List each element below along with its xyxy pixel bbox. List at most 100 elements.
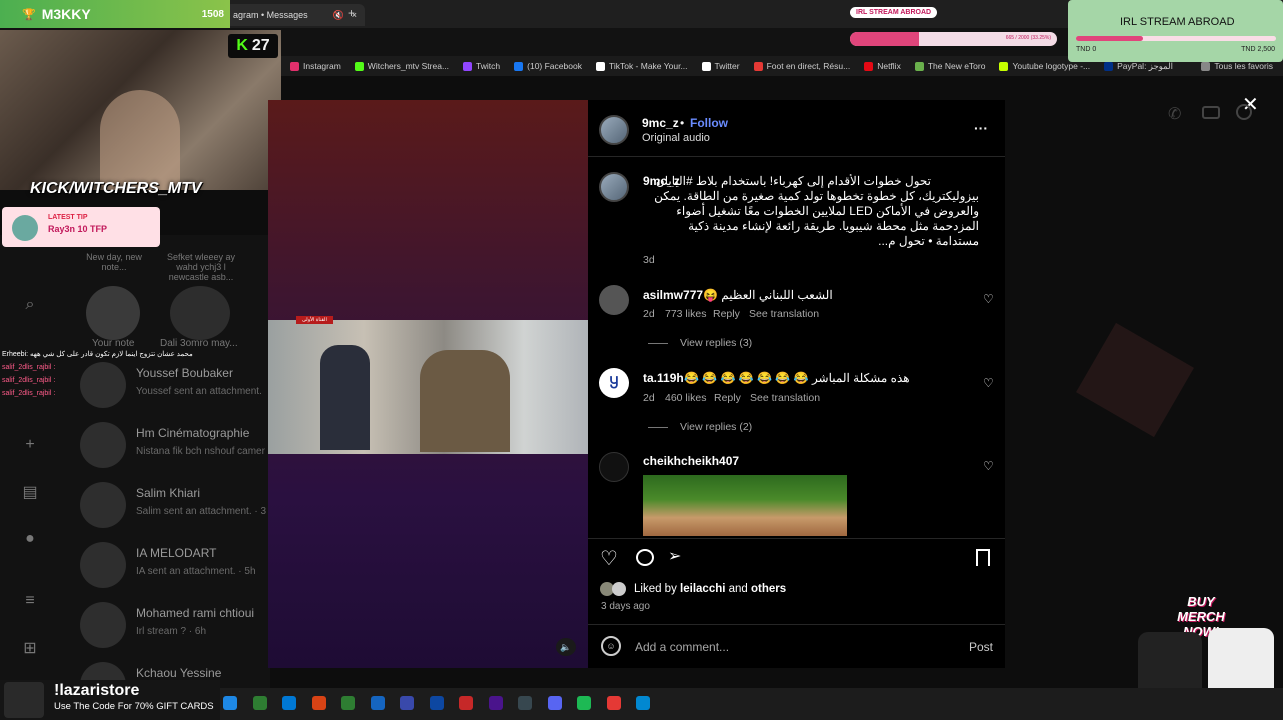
taskbar-app-icon[interactable] [606, 696, 621, 710]
dm-name: IA MELODART [136, 546, 217, 560]
search-icon[interactable]: ⌕ [20, 296, 40, 316]
note-avatar[interactable] [86, 286, 140, 340]
info-icon[interactable] [1236, 104, 1252, 120]
dm-name: Kchaou Yessine [136, 666, 222, 680]
reply-button[interactable]: Reply [714, 392, 741, 404]
taskbar-app-icon[interactable] [577, 696, 591, 710]
dm-row[interactable]: Mohamed rami chtioui Irl stream ? · 6h [80, 596, 270, 654]
emoji-icon[interactable]: ☺ [601, 636, 621, 656]
divider [588, 538, 1005, 539]
follow-button[interactable]: Follow [690, 116, 728, 130]
comment-gif[interactable] [643, 475, 847, 536]
liked-user[interactable]: leilacchi [680, 583, 725, 595]
taskbar-app-icon[interactable] [370, 696, 385, 710]
liked-others[interactable]: others [751, 583, 786, 595]
comment-user[interactable]: ta.119h [643, 371, 684, 385]
view-replies-button[interactable]: View replies (2) [680, 421, 752, 433]
stream-name-bar: 🏆 M3KKY 1508 [0, 0, 230, 28]
avatar[interactable] [599, 172, 629, 202]
profile-icon[interactable]: ● [20, 530, 40, 550]
bookmark-item[interactable]: Tous les favoris [1201, 61, 1273, 71]
taskbar-app-icon[interactable] [223, 696, 237, 710]
latest-tip: LATEST TIP Ray3n 10 TFP [2, 207, 160, 247]
bookmark-item[interactable]: Instagram [290, 61, 341, 71]
avatar[interactable] [599, 115, 629, 145]
taskbar-app-icon[interactable] [429, 696, 444, 710]
like-comment-icon[interactable]: ♡ [983, 459, 994, 473]
goal-title: IRL STREAM ABROAD [1120, 16, 1235, 28]
goal-panel: IRL STREAM ABROAD TND 0 TND 2,500 [1068, 0, 1283, 62]
taskbar-app-icon[interactable] [459, 696, 473, 710]
note-avatar[interactable] [170, 286, 230, 340]
like-comment-icon[interactable]: ♡ [983, 292, 994, 306]
comment-time: 2d [643, 308, 655, 320]
video-call-icon[interactable] [1202, 106, 1220, 119]
bookmark-item[interactable]: Foot en direct, Résu... [753, 61, 850, 71]
bookmark-favicon-icon [701, 61, 711, 71]
stream-name: M3KKY [41, 6, 91, 22]
bookmark-label: Twitch [476, 61, 501, 71]
taskbar-app-icon[interactable] [252, 696, 267, 710]
bookmark-item[interactable]: (10) Facebook [514, 61, 582, 71]
browser-tab[interactable]: agram • Messages 🔇 × [225, 4, 365, 26]
dm-row[interactable]: Hm Cinématographie Nistana fik bch nshou… [80, 416, 270, 474]
bookmark-item[interactable]: Twitter [701, 61, 740, 71]
taskbar-app-icon[interactable] [400, 696, 414, 710]
bookmark-favicon-icon [914, 61, 924, 71]
mute-icon[interactable]: 🔈 [556, 638, 576, 656]
comment-icon[interactable] [636, 549, 654, 566]
analytics-icon[interactable]: ▤ [20, 482, 40, 502]
bookmark-item[interactable]: Youtube logotype -... [999, 61, 1090, 71]
reply-button[interactable]: Reply [713, 308, 740, 320]
view-replies-button[interactable]: View replies (3) [680, 337, 752, 349]
goal-max: TND 2,500 [1241, 46, 1275, 53]
avatar[interactable] [599, 452, 629, 482]
audio-label[interactable]: Original audio [642, 132, 710, 144]
like-icon[interactable]: ♡ [600, 546, 618, 571]
bookmark-icon[interactable] [976, 549, 990, 566]
bookmark-item[interactable]: PayPal: الموجز [1104, 61, 1173, 72]
comment-user[interactable]: asilmw777 [643, 288, 703, 302]
bookmark-label: Witchers_mtv Strea... [367, 61, 450, 71]
mute-tab-icon[interactable]: 🔇 [333, 10, 344, 21]
taskbar-app-icon[interactable] [282, 696, 296, 710]
bookmark-item[interactable]: Twitch [463, 61, 500, 71]
taskbar-app-icon[interactable] [518, 696, 532, 710]
bookmark-label: PayPal: الموجز [1117, 60, 1173, 71]
comment-likes[interactable]: 773 likes [665, 308, 706, 320]
like-comment-icon[interactable]: ♡ [983, 376, 994, 390]
see-translation-button[interactable]: See translation [750, 392, 820, 404]
chat-line: Erheebi: محمد عشان تتزوج اينما لازم تكون… [2, 351, 193, 358]
avatar[interactable] [599, 285, 629, 315]
taskbar-app-icon[interactable] [311, 696, 326, 710]
avatar[interactable]: Ⴘ [599, 368, 629, 398]
comment-input[interactable]: Add a comment... [635, 640, 729, 654]
bookmark-item[interactable]: TikTok - Make Your... [595, 61, 688, 71]
menu-icon[interactable]: ≡ [20, 592, 40, 612]
new-tab-button[interactable]: + [348, 6, 355, 20]
more-options-icon[interactable]: ··· [974, 120, 988, 136]
taskbar-app-icon[interactable] [488, 696, 503, 710]
promo-text: Use The Code For 70% GIFT CARDS [54, 701, 214, 712]
dm-row[interactable]: IA MELODART IA sent an attachment. · 5h [80, 536, 270, 594]
apps-icon[interactable]: ⊞ [20, 638, 40, 658]
comment-user[interactable]: cheikhcheikh407 [643, 454, 739, 468]
dm-row[interactable]: Salim Khiari Salim sent an attachment. ·… [80, 476, 270, 534]
divider [588, 156, 1005, 157]
post-comment-button[interactable]: Post [969, 640, 993, 654]
taskbar-app-icon[interactable] [547, 696, 562, 710]
bookmark-item[interactable]: The New eToro [914, 61, 985, 71]
taskbar-app-icon[interactable] [341, 696, 355, 710]
chat-line: salif_2dlis_rajbil : [2, 364, 56, 371]
post-author[interactable]: 9mc_z [642, 116, 679, 130]
divider [648, 427, 668, 428]
phone-icon[interactable]: ✆ [1168, 104, 1181, 124]
see-translation-button[interactable]: See translation [749, 308, 819, 320]
create-icon[interactable]: + [20, 436, 40, 456]
share-icon[interactable]: ➢ [668, 546, 681, 566]
comment-likes[interactable]: 460 likes [665, 392, 706, 404]
bookmark-item[interactable]: Witchers_mtv Strea... [354, 61, 450, 71]
goal-title-small: IRL STREAM ABROAD [850, 7, 938, 18]
taskbar-app-icon[interactable] [636, 696, 650, 710]
bookmark-item[interactable]: Netflix [864, 61, 901, 71]
